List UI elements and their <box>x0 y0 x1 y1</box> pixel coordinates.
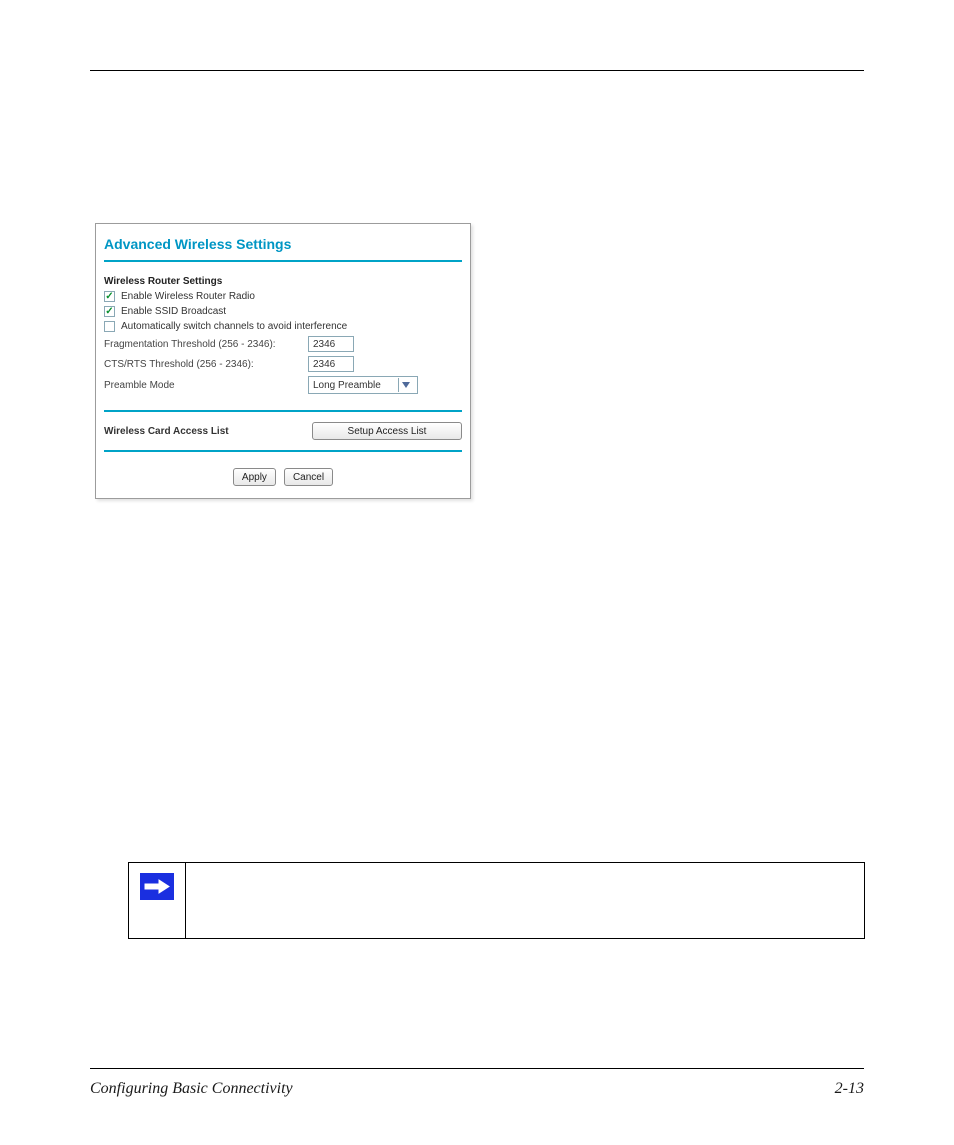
setup-access-list-button[interactable]: Setup Access List <box>312 422 462 440</box>
row-fragmentation-threshold: Fragmentation Threshold (256 - 2346): <box>104 336 462 352</box>
chevron-down-icon <box>398 378 413 392</box>
label-fragmentation-threshold: Fragmentation Threshold (256 - 2346): <box>104 339 308 350</box>
footer-chapter-title: Configuring Basic Connectivity <box>90 1080 293 1098</box>
advanced-wireless-panel: Advanced Wireless Settings Wireless Rout… <box>95 223 471 499</box>
label-cts-rts-threshold: CTS/RTS Threshold (256 - 2346): <box>104 359 308 370</box>
apply-button[interactable]: Apply <box>233 468 276 486</box>
cancel-button[interactable]: Cancel <box>284 468 333 486</box>
arrow-right-icon <box>140 873 174 900</box>
row-cts-rts-threshold: CTS/RTS Threshold (256 - 2346): <box>104 356 462 372</box>
note-icon-cell <box>129 863 186 938</box>
header-rule <box>90 70 864 71</box>
section-wireless-router-settings: Wireless Router Settings <box>104 276 462 287</box>
label-enable-ssid-broadcast: Enable SSID Broadcast <box>121 306 226 317</box>
input-cts-rts-threshold[interactable] <box>308 356 354 372</box>
checkbox-auto-switch-channels[interactable] <box>104 321 115 332</box>
label-enable-wireless-radio: Enable Wireless Router Radio <box>121 291 255 302</box>
footer-page-number: 2-13 <box>835 1080 864 1098</box>
input-fragmentation-threshold[interactable] <box>308 336 354 352</box>
panel-title: Advanced Wireless Settings <box>104 234 462 262</box>
panel-button-row: Apply Cancel <box>104 468 462 486</box>
checkbox-enable-wireless-radio[interactable] <box>104 291 115 302</box>
page-footer: Configuring Basic Connectivity 2-13 <box>90 1080 864 1098</box>
select-preamble-mode-value: Long Preamble <box>313 380 381 391</box>
row-enable-ssid-broadcast: Enable SSID Broadcast <box>104 306 462 317</box>
note-body <box>186 863 864 938</box>
page: Advanced Wireless Settings Wireless Rout… <box>0 0 954 1145</box>
row-wireless-card-access-list: Wireless Card Access List Setup Access L… <box>104 410 462 452</box>
select-preamble-mode[interactable]: Long Preamble <box>308 376 418 394</box>
row-preamble-mode: Preamble Mode Long Preamble <box>104 376 462 394</box>
checkbox-enable-ssid-broadcast[interactable] <box>104 306 115 317</box>
row-enable-wireless-radio: Enable Wireless Router Radio <box>104 291 462 302</box>
note-box <box>128 862 865 939</box>
row-auto-switch-channels: Automatically switch channels to avoid i… <box>104 321 462 332</box>
label-auto-switch-channels: Automatically switch channels to avoid i… <box>121 321 347 332</box>
footer-rule <box>90 1068 864 1069</box>
label-wireless-card-access-list: Wireless Card Access List <box>104 426 229 437</box>
label-preamble-mode: Preamble Mode <box>104 380 308 391</box>
